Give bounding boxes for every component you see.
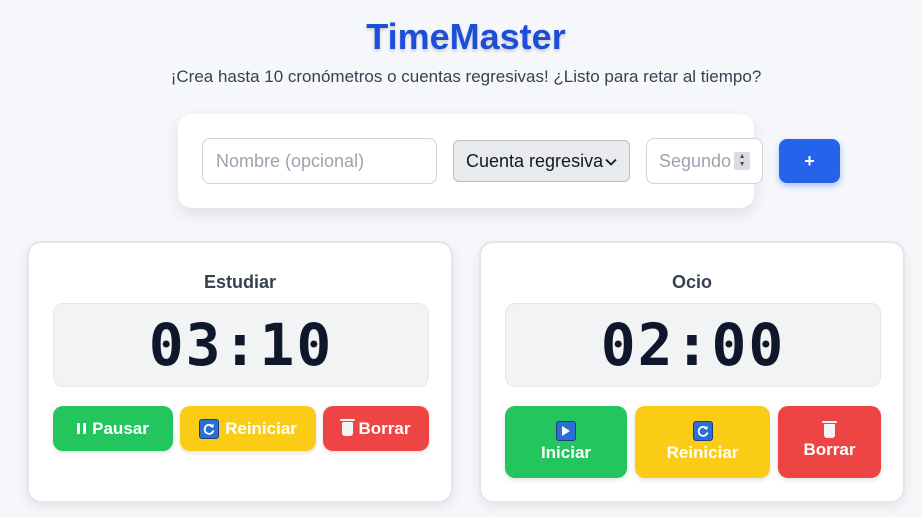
start-button-label: Iniciar	[540, 443, 592, 462]
timer-display: 03:10	[53, 303, 429, 387]
reset-button[interactable]: Reiniciar	[180, 406, 316, 451]
pause-button-label: Pausar	[92, 418, 149, 438]
reset-button[interactable]: Reiniciar	[635, 406, 770, 478]
start-button[interactable]: Iniciar	[505, 406, 627, 478]
reset-button-label: Reiniciar	[225, 418, 297, 438]
trash-icon	[339, 418, 355, 436]
refresh-icon	[199, 418, 220, 439]
app-title: TimeMaster	[366, 16, 566, 57]
reset-button-label: Reiniciar	[666, 443, 739, 462]
refresh-icon	[692, 421, 713, 441]
delete-button[interactable]: Borrar	[778, 406, 881, 478]
chevron-down-icon	[605, 154, 617, 169]
add-timer-button[interactable]: +	[779, 139, 840, 183]
timer-mode-selected-label: Cuenta regresiva	[466, 150, 604, 171]
seconds-input-placeholder: Segundos	[659, 150, 733, 171]
timer-card-ocio: Ocio 02:00 Iniciar Reiniciar Borrar	[479, 241, 905, 503]
delete-button[interactable]: Borrar	[323, 406, 429, 451]
pause-button[interactable]: Pausar	[53, 406, 173, 451]
timer-display: 02:00	[505, 303, 881, 387]
delete-button-label: Borrar	[358, 418, 411, 438]
number-spinner-icon[interactable]: ▲ ▼	[734, 152, 750, 170]
timer-form: Cuenta regresiva Segundos ▲▼	[178, 114, 763, 208]
timer-name: Estudiar	[203, 272, 277, 292]
app-subtitle: ¡Crea hasta 10 cronómetros o cuentas reg…	[170, 67, 762, 86]
timer-name: Ocio	[671, 272, 712, 292]
timer-mode-select[interactable]: Cuenta regresiva	[453, 140, 630, 182]
timer-name-input[interactable]	[202, 138, 437, 184]
play-icon	[556, 421, 576, 441]
seconds-input[interactable]: Segundos ▲ ▼	[646, 138, 763, 184]
pause-icon	[77, 423, 87, 434]
trash-icon	[822, 421, 837, 438]
delete-button-label: Borrar	[803, 440, 856, 459]
timer-card-estudiar: Estudiar 03:10 Pausar Reiniciar Borrar	[27, 241, 453, 503]
